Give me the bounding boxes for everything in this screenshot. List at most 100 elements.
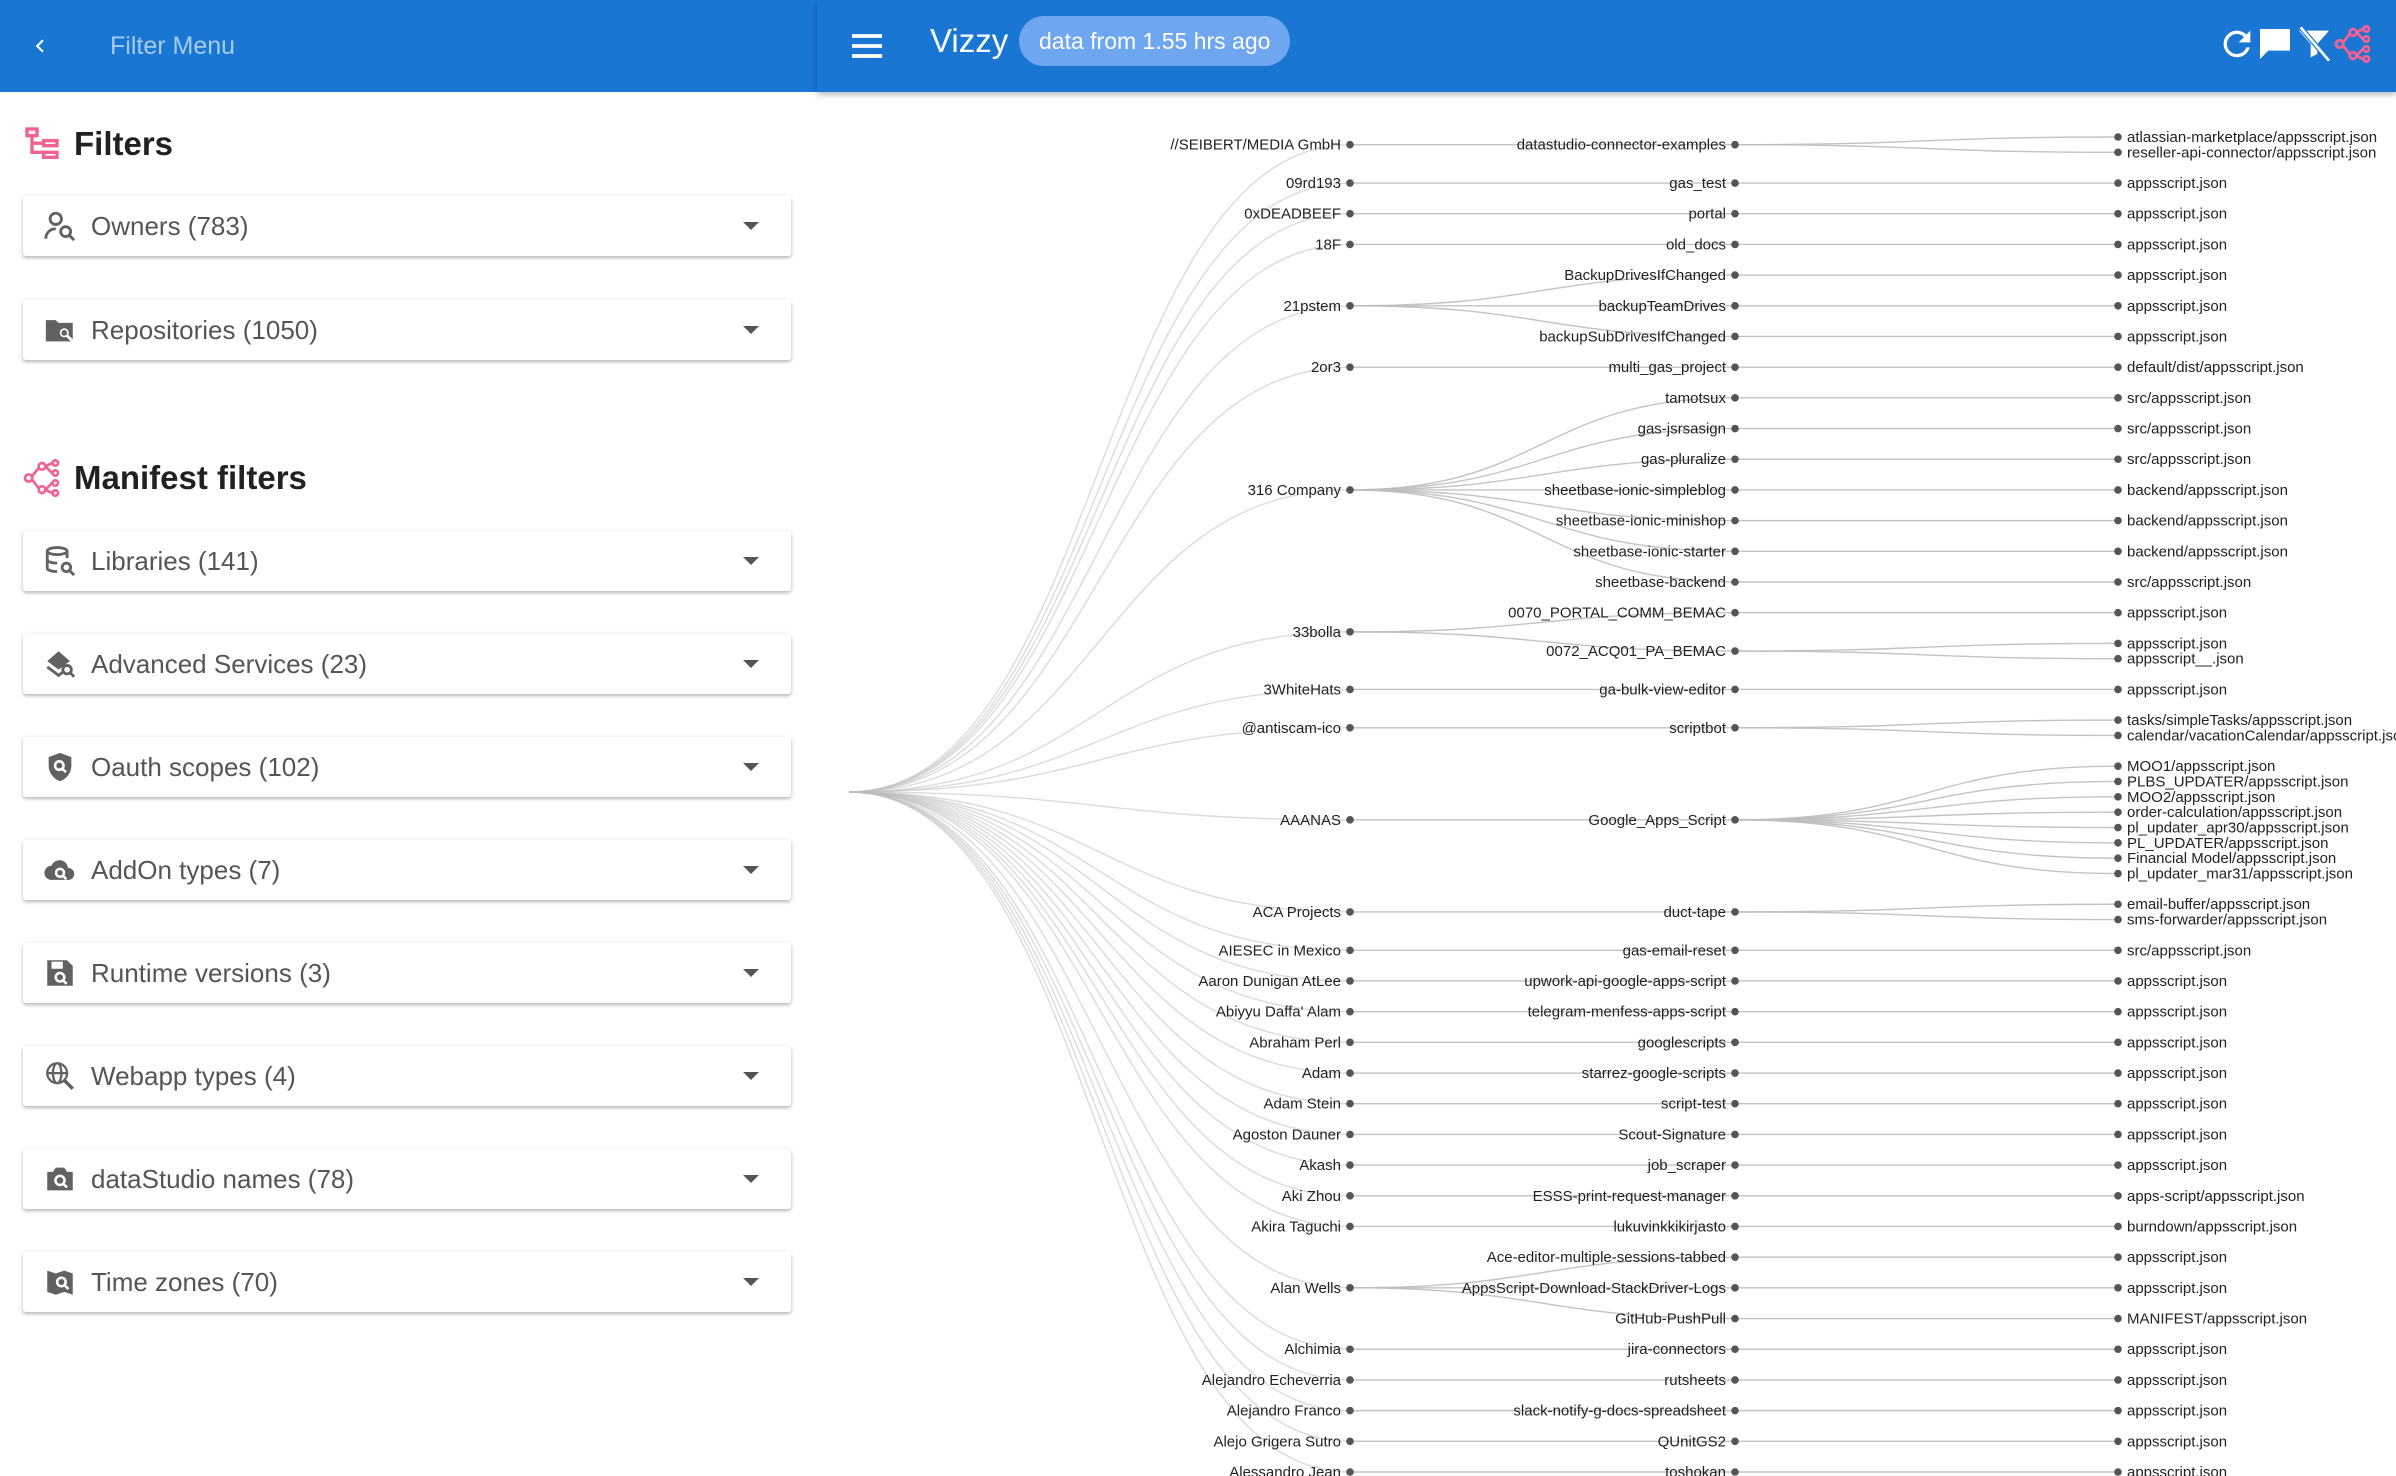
manifest-node[interactable] bbox=[2114, 869, 2122, 878]
manifest-node[interactable] bbox=[2114, 762, 2122, 770]
owner-label[interactable]: Aaron Dunigan AtLee bbox=[1198, 973, 1341, 990]
owner-label[interactable]: Abiyyu Daffa' Alam bbox=[1216, 1004, 1341, 1021]
repo-label[interactable]: sheetbase-ionic-starter bbox=[1573, 543, 1726, 560]
repo-node[interactable] bbox=[1731, 608, 1739, 617]
owner-node[interactable] bbox=[1346, 1376, 1354, 1384]
manifest-node[interactable] bbox=[2114, 1130, 2122, 1139]
repo-node[interactable] bbox=[1731, 1099, 1739, 1108]
repo-label[interactable]: googlescripts bbox=[1638, 1034, 1726, 1051]
repo-label[interactable]: Google_Apps_Script bbox=[1588, 812, 1726, 829]
manifest-label[interactable]: backend/appsscript.json bbox=[2127, 482, 2288, 499]
manifest-node[interactable] bbox=[2114, 394, 2122, 402]
manifest-label[interactable]: appsscript__.json bbox=[2127, 651, 2244, 668]
repo-node[interactable] bbox=[1731, 1007, 1739, 1016]
owner-node[interactable] bbox=[1346, 179, 1354, 187]
owner-label[interactable]: Akira Taguchi bbox=[1251, 1218, 1341, 1235]
manifest-node[interactable] bbox=[2114, 179, 2122, 187]
owner-label[interactable]: Alejandro Echeverria bbox=[1202, 1372, 1342, 1389]
manifest-node[interactable] bbox=[2114, 1191, 2122, 1200]
manifest-node[interactable] bbox=[2114, 133, 2122, 141]
repo-node[interactable] bbox=[1731, 647, 1739, 655]
hamburger-menu-icon[interactable] bbox=[847, 26, 887, 66]
repo-label[interactable]: duct-tape bbox=[1663, 904, 1726, 921]
manifest-label[interactable]: reseller-api-connector/appsscript.json bbox=[2127, 144, 2376, 161]
repo-label[interactable]: jira-connectors bbox=[1627, 1341, 1726, 1358]
repo-node[interactable] bbox=[1731, 424, 1739, 433]
manifest-node[interactable] bbox=[2114, 578, 2122, 586]
repo-label[interactable]: GitHub-PushPull bbox=[1615, 1311, 1726, 1328]
manifest-label[interactable]: src/appsscript.json bbox=[2127, 574, 2251, 591]
manifest-node[interactable] bbox=[2114, 363, 2122, 371]
manifest-label[interactable]: appsscript.json bbox=[2127, 605, 2227, 622]
oauth-scopes-filter-dropdown[interactable]: Oauth scopes (102) bbox=[23, 737, 791, 797]
repo-label[interactable]: starrez-google-scripts bbox=[1582, 1065, 1726, 1082]
manifest-node[interactable] bbox=[2114, 1161, 2122, 1169]
manifest-label[interactable]: src/appsscript.json bbox=[2127, 451, 2251, 468]
manifest-node[interactable] bbox=[2114, 977, 2122, 985]
repo-node[interactable] bbox=[1731, 486, 1739, 494]
manifest-node[interactable] bbox=[2114, 808, 2122, 816]
manifest-node[interactable] bbox=[2114, 516, 2122, 525]
repo-node[interactable] bbox=[1731, 363, 1739, 371]
repo-node[interactable] bbox=[1731, 1376, 1739, 1384]
manifest-label[interactable]: sms-forwarder/appsscript.json bbox=[2127, 912, 2327, 929]
repo-label[interactable]: gas-jsrsasign bbox=[1638, 421, 1726, 438]
owner-node[interactable] bbox=[1346, 1222, 1354, 1231]
repo-label[interactable]: BackupDrivesIfChanged bbox=[1564, 267, 1726, 284]
manifest-label[interactable]: burndown/appsscript.json bbox=[2127, 1218, 2297, 1235]
manifest-label[interactable]: appsscript.json bbox=[2127, 1372, 2227, 1389]
manifest-node[interactable] bbox=[2114, 915, 2122, 924]
owner-node[interactable] bbox=[1346, 486, 1354, 494]
dependency-tree-graph[interactable]: //SEIBERT/MEDIA GmbH datastudio-connector… bbox=[817, 92, 2396, 1476]
manifest-label[interactable]: appsscript.json bbox=[2127, 1280, 2227, 1297]
owner-label[interactable]: 3WhiteHats bbox=[1263, 681, 1341, 698]
owner-node[interactable] bbox=[1346, 1437, 1354, 1446]
back-button[interactable] bbox=[0, 0, 80, 92]
manifest-node[interactable] bbox=[2114, 486, 2122, 494]
owner-label[interactable]: //SEIBERT/MEDIA GmbH bbox=[1170, 137, 1341, 154]
owner-node[interactable] bbox=[1346, 1161, 1354, 1169]
repo-node[interactable] bbox=[1731, 1191, 1739, 1200]
manifest-label[interactable]: appsscript.json bbox=[2127, 1126, 2227, 1143]
manifest-node[interactable] bbox=[2114, 240, 2122, 249]
repo-label[interactable]: sheetbase-ionic-simpleblog bbox=[1544, 482, 1726, 499]
manifest-node[interactable] bbox=[2114, 148, 2122, 157]
repo-label[interactable]: upwork-api-google-apps-script bbox=[1524, 973, 1727, 990]
manifest-node[interactable] bbox=[2114, 1069, 2122, 1077]
owner-label[interactable]: 33bolla bbox=[1293, 624, 1342, 641]
repo-label[interactable]: sheetbase-backend bbox=[1595, 574, 1726, 591]
manifest-label[interactable]: appsscript.json bbox=[2127, 1433, 2227, 1450]
manifest-node[interactable] bbox=[2114, 1222, 2122, 1231]
owner-node[interactable] bbox=[1346, 1130, 1354, 1139]
manifest-label[interactable]: appsscript.json bbox=[2127, 1065, 2227, 1082]
owner-label[interactable]: 21pstem bbox=[1283, 298, 1341, 315]
manifest-label[interactable]: appsscript.json bbox=[2127, 328, 2227, 345]
owner-node[interactable] bbox=[1346, 1038, 1354, 1047]
owner-node[interactable] bbox=[1346, 209, 1354, 218]
manifest-node[interactable] bbox=[2114, 455, 2122, 464]
repo-node[interactable] bbox=[1731, 240, 1739, 249]
repo-label[interactable]: backupTeamDrives bbox=[1598, 298, 1726, 315]
owner-label[interactable]: Adam Stein bbox=[1263, 1096, 1341, 1113]
manifest-label[interactable]: calendar/vacationCalendar/appsscript.jso… bbox=[2127, 727, 2396, 744]
repo-label[interactable]: job_scraper bbox=[1647, 1157, 1726, 1174]
owner-label[interactable]: Alejo Grigera Sutro bbox=[1213, 1433, 1341, 1450]
repo-label[interactable]: datastudio-connector-examples bbox=[1517, 137, 1726, 154]
repo-node[interactable] bbox=[1731, 1222, 1739, 1231]
addon-types-filter-dropdown[interactable]: AddOn types (7) bbox=[23, 840, 791, 900]
repo-label[interactable]: scriptbot bbox=[1669, 720, 1727, 737]
manifest-node[interactable] bbox=[2114, 271, 2122, 279]
repo-node[interactable] bbox=[1731, 578, 1739, 586]
manifest-label[interactable]: appsscript.json bbox=[2127, 1034, 2227, 1051]
repo-label[interactable]: gas-email-reset bbox=[1623, 942, 1727, 959]
manifest-node[interactable] bbox=[2114, 1038, 2122, 1047]
repo-label[interactable]: gas_test bbox=[1669, 175, 1727, 192]
manifest-label[interactable]: appsscript.json bbox=[2127, 973, 2227, 990]
repo-node[interactable] bbox=[1731, 516, 1739, 525]
repo-node[interactable] bbox=[1731, 1468, 1739, 1476]
manifest-label[interactable]: appsscript.json bbox=[2127, 1096, 2227, 1113]
repo-node[interactable] bbox=[1731, 1345, 1739, 1354]
libraries-filter-dropdown[interactable]: Libraries (141) bbox=[23, 531, 791, 591]
owner-node[interactable] bbox=[1346, 816, 1354, 824]
owner-label[interactable]: 18F bbox=[1315, 236, 1341, 253]
